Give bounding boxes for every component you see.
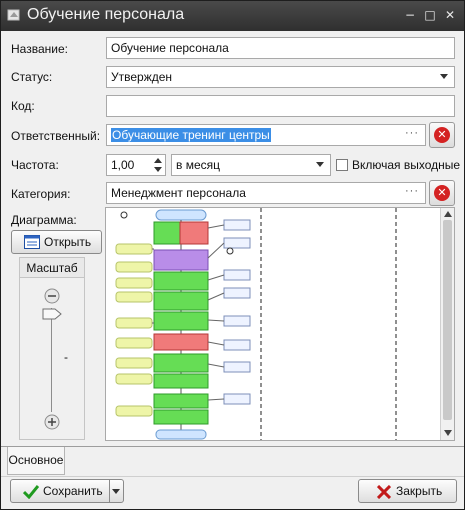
responsible-value: Обучающие тренинг центры xyxy=(111,128,271,142)
frequency-value: 1,00 xyxy=(111,158,135,172)
clear-responsible-button[interactable]: ✕ xyxy=(429,122,455,148)
category-value: Менеджмент персонала xyxy=(111,186,246,200)
weekends-label: Включая выходные xyxy=(352,158,461,172)
process-app-icon xyxy=(7,9,20,21)
open-diagram-button[interactable]: Открыть xyxy=(11,230,102,254)
minimize-icon[interactable]: − xyxy=(403,8,417,22)
status-label: Статус: xyxy=(11,70,53,84)
tab-strip-line xyxy=(1,446,464,447)
end-event xyxy=(155,429,207,440)
frequency-unit-select[interactable]: в месяц xyxy=(171,154,331,176)
scroll-up-icon[interactable] xyxy=(444,211,452,217)
tab-main[interactable]: Основное xyxy=(7,447,65,475)
start-node xyxy=(120,211,128,219)
ellipsis-icon[interactable]: ··· xyxy=(405,127,419,139)
status-select[interactable]: Утвержден xyxy=(106,66,455,88)
diagram-label: Диаграмма: xyxy=(11,213,77,227)
scroll-down-icon[interactable] xyxy=(444,430,452,436)
zoom-panel: Масштаб - xyxy=(19,257,85,440)
save-button[interactable]: Сохранить xyxy=(10,479,110,503)
open-button-label: Открыть xyxy=(44,235,92,249)
clear-icon: ✕ xyxy=(434,185,450,201)
footer-divider xyxy=(1,476,464,477)
weekends-checkbox[interactable] xyxy=(336,159,348,171)
category-label: Категория: xyxy=(11,187,71,201)
zoom-out-icon[interactable] xyxy=(44,288,60,304)
zoom-in-icon[interactable] xyxy=(44,414,60,430)
name-input[interactable]: Обучение персонала xyxy=(106,37,455,59)
code-input[interactable] xyxy=(106,95,455,117)
dialog-window: Обучение персонала − □ ✕ Название: Обуче… xyxy=(0,0,465,510)
start-event xyxy=(155,209,207,221)
zoom-level-dash: - xyxy=(64,350,68,364)
zoom-slider-track[interactable] xyxy=(51,308,52,412)
responsible-label: Ответственный: xyxy=(11,129,101,143)
checkmark-icon xyxy=(23,485,39,499)
save-options-button[interactable] xyxy=(109,479,124,503)
frequency-label: Частота: xyxy=(11,158,59,172)
end-node xyxy=(226,247,234,255)
chevron-down-icon xyxy=(112,489,120,494)
process-blocks xyxy=(153,221,209,425)
close-icon[interactable]: ✕ xyxy=(443,8,457,22)
close-button-label: Закрыть xyxy=(396,484,443,498)
chevron-down-icon xyxy=(440,74,448,79)
tab-main-label: Основное xyxy=(8,453,64,467)
close-x-icon xyxy=(377,485,391,499)
frequency-unit-value: в месяц xyxy=(176,158,221,172)
frequency-spinner[interactable]: 1,00 xyxy=(106,154,166,176)
status-value: Утвержден xyxy=(111,70,173,84)
scroll-thumb[interactable] xyxy=(443,220,452,420)
category-input[interactable]: Менеджмент персонала ··· xyxy=(106,182,426,204)
name-label: Название: xyxy=(11,42,68,56)
window-icon xyxy=(24,235,40,249)
chevron-down-icon xyxy=(316,162,324,167)
save-button-label: Сохранить xyxy=(43,484,103,498)
code-label: Код: xyxy=(11,99,35,113)
zoom-panel-title: Масштаб xyxy=(20,258,84,278)
diagram-vertical-scrollbar[interactable] xyxy=(440,208,454,440)
name-value: Обучение персонала xyxy=(111,41,229,55)
spinner-arrows-icon[interactable] xyxy=(154,157,162,173)
ellipsis-icon[interactable]: ··· xyxy=(405,185,419,197)
window-title: Обучение персонала xyxy=(27,6,185,23)
zoom-slider-thumb[interactable] xyxy=(42,308,62,320)
responsible-input[interactable]: Обучающие тренинг центры ··· xyxy=(106,124,426,146)
title-bar[interactable]: Обучение персонала − □ ✕ xyxy=(1,1,464,31)
close-button[interactable]: Закрыть xyxy=(358,479,457,503)
clear-icon: ✕ xyxy=(434,127,450,143)
process-diagram-preview[interactable] xyxy=(105,207,455,441)
diagram-canvas xyxy=(106,208,454,440)
clear-category-button[interactable]: ✕ xyxy=(429,180,455,206)
maximize-icon[interactable]: □ xyxy=(423,8,437,22)
